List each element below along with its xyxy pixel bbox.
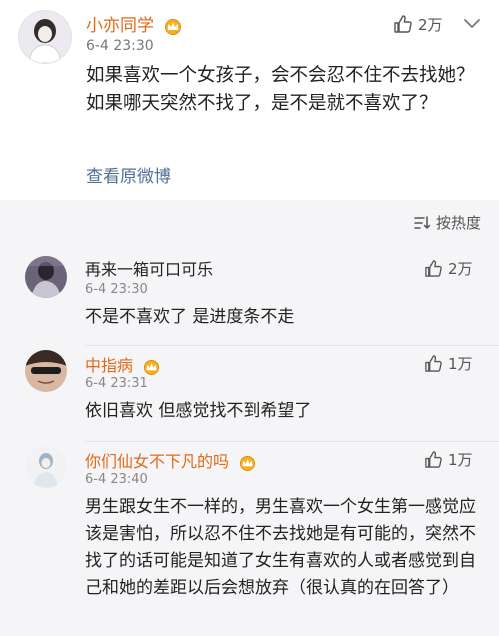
comment-item: 中指病 6-4 23:31 1万 依旧喜欢 但感觉找不到希望了	[0, 348, 499, 442]
comment-author-name[interactable]: 你们仙女不下凡的吗	[85, 448, 257, 472]
post-like-count: 2万	[418, 15, 443, 34]
thumbs-up-icon	[425, 451, 442, 468]
comment-author-label: 中指病	[85, 356, 134, 375]
comment-like-button[interactable]: 1万	[424, 353, 473, 374]
post-like-button[interactable]: 2万	[393, 12, 443, 36]
comment-like-count: 1万	[448, 355, 473, 373]
comment-author-label: 你们仙女不下凡的吗	[85, 452, 230, 471]
chevron-down-icon	[464, 19, 480, 28]
post-timestamp: 6-4 23:30	[86, 38, 154, 54]
crown-badge-icon	[144, 359, 160, 375]
sort-label: 按热度	[435, 214, 481, 232]
comment-avatar[interactable]	[25, 350, 67, 392]
post-author-name[interactable]: 小亦同学	[86, 11, 183, 36]
comments-section: 按热度 再来一箱可口可乐 6-4 23:30 2万 不是不喜欢了 是进度条不走	[0, 200, 499, 636]
weibo-comment-page: 小亦同学 6-4 23:30 2万 如果喜欢一个女孩子，会不会忍不住不去找她？如…	[0, 0, 499, 636]
post-author-label: 小亦同学	[86, 16, 154, 36]
comment-item: 你们仙女不下凡的吗 6-4 23:40 1万 男生跟女生不一样的，男生喜欢一个女…	[0, 444, 499, 636]
sort-by-hot-button[interactable]: 按热度	[413, 212, 481, 233]
crown-badge-icon	[165, 18, 182, 35]
comment-like-count: 1万	[448, 451, 473, 469]
avatar-illustration	[25, 350, 67, 392]
comment-avatar[interactable]	[25, 446, 67, 488]
post-content: 如果喜欢一个女孩子，会不会忍不住不去找她？如果哪天突然不找了，是不是就不喜欢了？	[86, 65, 475, 114]
thumbs-up-icon	[394, 15, 412, 33]
comment-author-name[interactable]: 中指病	[85, 352, 161, 376]
comment-avatar[interactable]	[25, 256, 67, 298]
comment-divider	[85, 441, 499, 442]
avatar-illustration	[25, 446, 67, 488]
post-more-button[interactable]	[458, 10, 486, 38]
avatar-illustration	[25, 256, 67, 298]
comment-timestamp: 6-4 23:40	[85, 472, 148, 487]
thumbs-up-icon	[425, 355, 442, 372]
comment-item: 再来一箱可口可乐 6-4 23:30 2万 不是不喜欢了 是进度条不走	[0, 254, 499, 346]
thumbs-up-icon	[425, 260, 442, 277]
crown-badge-icon	[240, 455, 256, 471]
comment-timestamp: 6-4 23:30	[85, 282, 148, 297]
comment-timestamp: 6-4 23:31	[85, 376, 148, 391]
comment-divider	[85, 345, 499, 346]
sort-icon	[414, 215, 431, 229]
post-author-avatar[interactable]	[18, 10, 72, 64]
view-original-link[interactable]: 查看原微博	[86, 162, 171, 187]
comment-like-button[interactable]: 1万	[424, 449, 473, 470]
avatar-illustration	[19, 11, 71, 63]
comment-like-button[interactable]: 2万	[424, 258, 473, 279]
comment-text: 男生跟女生不一样的，男生喜欢一个女生第一感觉应该是害怕，所以忍不住不去找她是有可…	[85, 497, 476, 598]
comment-text: 不是不喜欢了 是进度条不走	[85, 307, 295, 327]
comment-author-name[interactable]: 再来一箱可口可乐	[85, 256, 213, 280]
comment-text: 依旧喜欢 但感觉找不到希望了	[85, 401, 312, 421]
original-post: 小亦同学 6-4 23:30 2万 如果喜欢一个女孩子，会不会忍不住不去找她？如…	[0, 0, 499, 200]
comment-like-count: 2万	[448, 260, 473, 278]
